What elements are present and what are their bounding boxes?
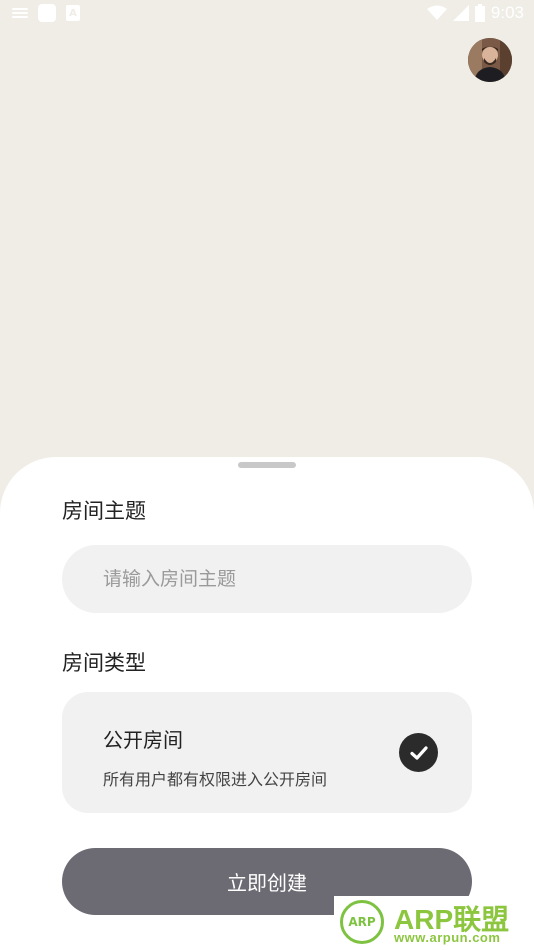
create-room-sheet: 房间主题 房间类型 公开房间 所有用户都有权限进入公开房间 立即创建 [0, 457, 534, 950]
watermark: ARP ARP联盟 www.arpun.com [334, 896, 534, 950]
public-room-description: 所有用户都有权限进入公开房间 [103, 770, 328, 789]
room-subject-label: 房间主题 [62, 499, 146, 523]
battery-icon [474, 4, 485, 22]
room-type-label: 房间类型 [62, 651, 146, 675]
room-subject-field[interactable] [62, 545, 472, 613]
status-bar-left: A [12, 4, 80, 22]
status-bar-right: 9:03 [426, 3, 524, 23]
avatar-person-icon [468, 38, 512, 82]
status-bar: A 9:03 [0, 0, 534, 28]
app-square-icon [38, 4, 56, 22]
sheet-drag-handle[interactable] [238, 462, 296, 468]
user-avatar[interactable] [468, 38, 512, 82]
notification-lines-icon [12, 8, 28, 18]
wifi-icon [426, 5, 447, 20]
arp-logo-icon: ARP [340, 900, 384, 944]
watermark-url: www.arpun.com [394, 930, 501, 945]
signal-icon [452, 5, 469, 21]
status-time: 9:03 [490, 3, 524, 22]
public-room-option[interactable]: 公开房间 所有用户都有权限进入公开房间 [62, 692, 472, 813]
public-room-title: 公开房间 [103, 728, 183, 752]
app-a-icon: A [66, 5, 80, 21]
check-icon[interactable] [399, 733, 438, 772]
room-subject-input[interactable] [62, 545, 472, 613]
